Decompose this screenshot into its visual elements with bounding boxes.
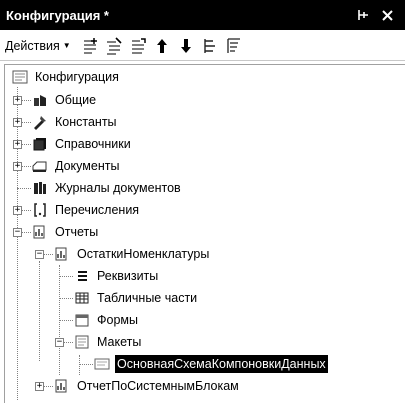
tree-item-label: Макеты [97, 335, 142, 349]
tree-item-report[interactable]: ОстаткиНоменклатуры [53, 243, 211, 265]
move-down-icon[interactable] [175, 35, 197, 57]
window-title: Конфигурация * [6, 7, 109, 23]
add-icon[interactable] [79, 35, 101, 57]
forms-icon [73, 311, 91, 329]
tree-connector-line [59, 320, 73, 321]
tabular-sections-icon [73, 289, 91, 307]
tree-connector-line [59, 298, 73, 299]
tree-item-label: Перечисления [55, 203, 140, 217]
attributes-icon [73, 267, 91, 285]
tree-item-main-data-composition-schema[interactable]: ОсновнаяСхемаКомпоновкиДанных [93, 353, 329, 375]
close-icon[interactable] [377, 5, 397, 25]
collapse-icon[interactable]: − [35, 250, 44, 259]
tree-item-report[interactable]: ОтчетПоСистемнымБлокам [53, 375, 241, 397]
expand-icon[interactable]: + [13, 96, 22, 105]
templates-icon [73, 333, 91, 351]
collapse-icon[interactable]: − [55, 338, 64, 347]
catalogs-icon [31, 135, 49, 153]
tree-item-enumerations[interactable]: Перечисления [31, 199, 141, 221]
tree-item-constants[interactable]: Константы [31, 111, 119, 133]
tree-connector-line [59, 276, 73, 277]
tree-item-label: ОсновнаяСхемаКомпоновкиДанных [114, 354, 329, 374]
tree-item-common[interactable]: Общие [31, 89, 98, 111]
tree-connector-line [79, 364, 93, 365]
tree-item-label: Отчеты [55, 225, 99, 239]
chevron-down-icon: ▼ [62, 41, 71, 50]
tree-item-label: Константы [55, 115, 117, 129]
tree-item-documents[interactable]: Документы [31, 155, 121, 177]
pin-icon[interactable] [353, 5, 373, 25]
expand-icon[interactable]: + [13, 118, 22, 127]
toolbar: Действия ▼ [0, 31, 405, 61]
add-group-icon[interactable] [103, 35, 125, 57]
actions-label: Действия [5, 38, 60, 53]
constants-icon [31, 113, 49, 131]
tree-item-label: Документы [55, 159, 120, 173]
tree-item-templates[interactable]: Макеты [73, 331, 143, 353]
tree-connector-line [17, 188, 31, 189]
copy-icon[interactable] [127, 35, 149, 57]
collapse-icon[interactable]: − [13, 228, 22, 237]
tree-item-label: Реквизиты [97, 269, 159, 283]
expand-icon[interactable]: + [13, 140, 22, 149]
tree-item-label: Журналы документов [55, 181, 181, 195]
tree-item-attributes[interactable]: Реквизиты [73, 265, 160, 287]
tree-item-catalogs[interactable]: Справочники [31, 133, 133, 155]
tree-connector-line [39, 261, 40, 361]
tree-item-reports[interactable]: Отчеты [31, 221, 100, 243]
report-icon [53, 377, 71, 395]
tree-root[interactable]: Конфигурация [11, 66, 121, 88]
tree-item-label: Общие [55, 93, 97, 107]
common-icon [31, 91, 49, 109]
document-journals-icon [31, 179, 49, 197]
configuration-tree[interactable]: + + + + + − − − + Конфигурация Общие Кон… [4, 64, 405, 403]
tree-item-label: Конфигурация [35, 70, 119, 84]
expand-icon[interactable]: + [13, 162, 22, 171]
tree-connector-line [79, 355, 80, 375]
tree-item-label: Формы [97, 313, 138, 327]
tree-connector-line [17, 87, 18, 400]
tree-item-forms[interactable]: Формы [73, 309, 140, 331]
template-icon [93, 355, 111, 373]
enumerations-icon [31, 201, 49, 219]
tree-item-label: Табличные части [97, 291, 198, 305]
report-icon [53, 245, 71, 263]
reports-icon [31, 223, 49, 241]
tree-item-label: Справочники [55, 137, 131, 151]
expand-icon[interactable]: + [35, 382, 44, 391]
tree-item-label: ОстаткиНоменклатуры [77, 247, 210, 261]
window-titlebar: Конфигурация * [0, 0, 405, 30]
filter-icon[interactable] [223, 35, 245, 57]
configuration-icon [11, 68, 29, 86]
documents-icon [31, 157, 49, 175]
tree-item-label: ОтчетПоСистемнымБлокам [77, 379, 239, 393]
tree-item-document-journals[interactable]: Журналы документов [31, 177, 183, 199]
expand-icon[interactable]: + [13, 206, 22, 215]
move-up-icon[interactable] [151, 35, 173, 57]
actions-menu-button[interactable]: Действия ▼ [5, 39, 71, 53]
tree-item-tabular-sections[interactable]: Табличные части [73, 287, 199, 309]
hierarchy-icon[interactable] [199, 35, 221, 57]
